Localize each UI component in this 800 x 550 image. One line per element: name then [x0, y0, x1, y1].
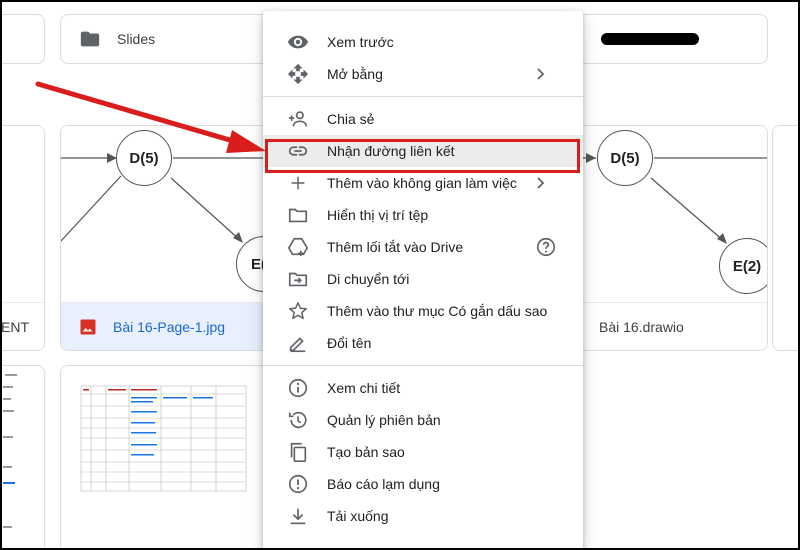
- menu-item-make-copy[interactable]: Tạo bản sao: [263, 436, 583, 468]
- menu-item-get-link[interactable]: Nhận đường liên kết: [263, 135, 583, 167]
- folder-icon: [79, 28, 101, 50]
- diagram-node: D(5): [116, 130, 172, 186]
- menu-item-manage-versions[interactable]: Quản lý phiên bản: [263, 404, 583, 436]
- chevron-right-icon: [537, 177, 545, 189]
- document-thumbnail: [3, 374, 17, 528]
- plus-icon: [287, 172, 309, 194]
- file-thumbnail: [0, 126, 44, 304]
- help-icon[interactable]: [535, 236, 557, 258]
- history-icon: [287, 409, 309, 431]
- chevron-right-icon: [537, 68, 545, 80]
- file-card-partial[interactable]: ENT: [0, 125, 45, 351]
- pencil-icon: [287, 332, 309, 354]
- image-file-icon: [79, 318, 97, 336]
- menu-item-label: Di chuyển tới: [327, 271, 410, 287]
- menu-item-preview[interactable]: Xem trước: [263, 26, 583, 58]
- folder-label: Slides: [117, 31, 156, 47]
- menu-item-move-to[interactable]: Di chuyển tới: [263, 263, 583, 295]
- menu-item-label: Báo cáo lạm dụng: [327, 476, 440, 492]
- menu-item-label: Xem trước: [327, 34, 394, 50]
- diagram-node: E(2): [719, 238, 767, 294]
- file-footer: Bài 16.drawio: [579, 302, 767, 350]
- file-name: ENT: [1, 318, 29, 335]
- menu-item-download[interactable]: Tải xuống: [263, 500, 583, 532]
- report-icon: [287, 473, 309, 495]
- redacted-name: [601, 33, 699, 45]
- folder-card-partial[interactable]: [0, 14, 45, 64]
- menu-item-report-abuse[interactable]: Báo cáo lạm dụng: [263, 468, 583, 500]
- menu-item-label: Nhận đường liên kết: [327, 143, 455, 159]
- menu-divider: [263, 365, 583, 366]
- menu-divider: [263, 96, 583, 97]
- menu-item-label: Thêm vào không gian làm việc: [327, 175, 517, 191]
- file-card-bai16-jpg[interactable]: D(5) E( Bài 16-Page-1.jpg: [60, 125, 275, 351]
- file-footer: Bài 16-Page-1.jpg: [61, 302, 274, 350]
- menu-item-label: Quản lý phiên bản: [327, 412, 441, 428]
- menu-item-label: Chia sẻ: [327, 111, 375, 127]
- diagram-node: D(5): [597, 130, 653, 186]
- drive-shortcut-icon: [287, 236, 309, 258]
- download-icon: [287, 505, 309, 527]
- menu-item-label: Mở bằng: [327, 66, 383, 82]
- link-icon: [287, 140, 309, 162]
- menu-item-open-with[interactable]: Mở bằng: [263, 58, 583, 90]
- file-card-doc-partial[interactable]: [0, 365, 45, 550]
- file-name: Bài 16.drawio: [599, 318, 684, 335]
- menu-item-add-shortcut[interactable]: Thêm lối tắt vào Drive: [263, 231, 583, 263]
- star-icon: [287, 300, 309, 322]
- menu-item-label: Hiển thị vị trí tệp: [327, 207, 429, 223]
- copy-icon: [287, 441, 309, 463]
- menu-item-label: Đổi tên: [327, 335, 372, 351]
- move-to-folder-icon: [287, 268, 309, 290]
- menu-item-label: Tạo bản sao: [327, 444, 405, 460]
- menu-item-label: Tải xuống: [327, 508, 389, 524]
- move-arrows-icon: [287, 63, 309, 85]
- file-card-partial-right[interactable]: [772, 125, 800, 351]
- person-add-icon: [287, 108, 309, 130]
- menu-item-show-location[interactable]: Hiển thị vị trí tệp: [263, 199, 583, 231]
- file-thumbnail: D(5) E(2): [579, 126, 767, 304]
- file-footer: ENT: [0, 302, 44, 350]
- info-icon: [287, 377, 309, 399]
- folder-outline-icon: [287, 204, 309, 226]
- eye-icon: [287, 31, 309, 53]
- menu-item-label: Xem chi tiết: [327, 380, 401, 396]
- menu-item-label: Thêm lối tắt vào Drive: [327, 239, 464, 255]
- menu-item-share[interactable]: Chia sẻ: [263, 103, 583, 135]
- menu-item-rename[interactable]: Đổi tên: [263, 327, 583, 359]
- menu-item-label: Thêm vào thư mục Có gắn dấu sao: [327, 303, 548, 319]
- menu-item-add-workspace[interactable]: Thêm vào không gian làm việc: [263, 167, 583, 199]
- context-menu: Xem trước Mở bằng Chia sẻ Nhận đường liê…: [263, 11, 583, 550]
- menu-item-add-starred[interactable]: Thêm vào thư mục Có gắn dấu sao: [263, 295, 583, 327]
- file-card-sheet[interactable]: [60, 365, 275, 550]
- file-thumbnail: D(5) E(: [61, 126, 274, 304]
- menu-item-view-details[interactable]: Xem chi tiết: [263, 372, 583, 404]
- file-card-bai16-drawio[interactable]: D(5) E(2) Bài 16.drawio: [578, 125, 768, 351]
- folder-card-slides[interactable]: Slides: [60, 14, 275, 64]
- spreadsheet-thumbnail: [80, 385, 247, 492]
- file-name: Bài 16-Page-1.jpg: [113, 318, 226, 335]
